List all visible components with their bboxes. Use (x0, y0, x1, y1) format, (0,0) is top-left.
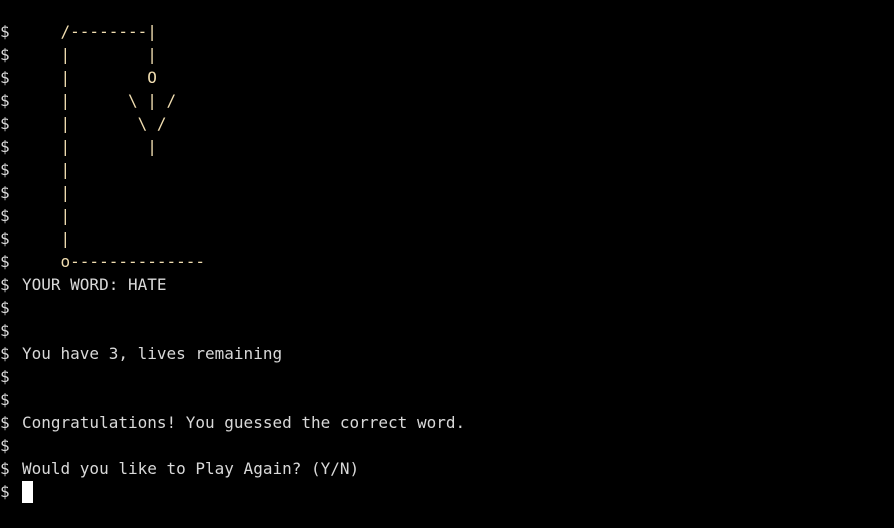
output-text: Congratulations! You guessed the correct… (22, 413, 466, 432)
terminal-line: $ | | (0, 43, 894, 66)
terminal-line: $ | (0, 227, 894, 250)
terminal-line: $ (0, 296, 894, 319)
prompt-symbol: $ (0, 45, 10, 64)
prompt-symbol: $ (0, 344, 10, 363)
output-text: YOUR WORD: HATE (22, 275, 167, 294)
prompt-symbol: $ (0, 206, 10, 225)
text-cursor (22, 481, 33, 503)
prompt-symbol: $ (0, 160, 10, 179)
prompt-symbol: $ (0, 137, 10, 156)
hangman-art-line: | (22, 229, 71, 248)
hangman-art-line: | \ | / (22, 91, 177, 110)
terminal-line: $ | O (0, 66, 894, 89)
terminal-line: $ Congratulations! You guessed the correc… (0, 411, 894, 434)
terminal-line: $ | | (0, 135, 894, 158)
hangman-art-line: | (22, 160, 71, 179)
hangman-art-line: | \ / (22, 114, 167, 133)
hangman-art-line: o-------------- (22, 252, 206, 271)
output-text: You have 3, lives remaining (22, 344, 283, 363)
terminal-window[interactable]: $ /--------| $ | | $ | O $ | \ | / $ | \ / $ … (0, 0, 894, 528)
hangman-art-line: | | (22, 45, 157, 64)
prompt-symbol: $ (0, 390, 10, 409)
prompt-symbol: $ (0, 229, 10, 248)
prompt-symbol: $ (0, 22, 10, 41)
terminal-line: $ You have 3, lives remaining (0, 342, 894, 365)
prompt-symbol: $ (0, 321, 10, 340)
terminal-line: $ | (0, 181, 894, 204)
terminal-line: $ /--------| (0, 20, 894, 43)
hangman-art-line: | | (22, 137, 157, 156)
prompt-symbol: $ (0, 298, 10, 317)
terminal-line: $ (0, 365, 894, 388)
prompt-symbol: $ (0, 91, 10, 110)
prompt-symbol: $ (0, 252, 10, 271)
prompt-symbol: $ (0, 68, 10, 87)
terminal-line: $ | \ / (0, 112, 894, 135)
prompt-symbol: $ (0, 482, 10, 501)
terminal-line: $ YOUR WORD: HATE (0, 273, 894, 296)
prompt-symbol: $ (0, 459, 10, 478)
output-text: Would you like to Play Again? (Y/N) (22, 459, 360, 478)
prompt-symbol: $ (0, 114, 10, 133)
prompt-symbol: $ (0, 367, 10, 386)
prompt-symbol: $ (0, 436, 10, 455)
terminal-line: $ | (0, 204, 894, 227)
input-line[interactable]: $ (0, 480, 894, 503)
terminal-line: $ (0, 319, 894, 342)
hangman-art-line: /--------| (22, 22, 157, 41)
hangman-art-line: | (22, 206, 71, 225)
hangman-art-line: | O (22, 68, 157, 87)
terminal-line: $ | (0, 158, 894, 181)
hangman-art-line: | (22, 183, 71, 202)
terminal-line: $ | \ | / (0, 89, 894, 112)
prompt-symbol: $ (0, 413, 10, 432)
terminal-line: $ (0, 388, 894, 411)
prompt-symbol: $ (0, 183, 10, 202)
terminal-output: $ /--------| $ | | $ | O $ | \ | / $ | \ / $ … (0, 20, 894, 480)
terminal-line: $ o-------------- (0, 250, 894, 273)
terminal-line: $ (0, 434, 894, 457)
terminal-line: $ Would you like to Play Again? (Y/N) (0, 457, 894, 480)
prompt-symbol: $ (0, 275, 10, 294)
